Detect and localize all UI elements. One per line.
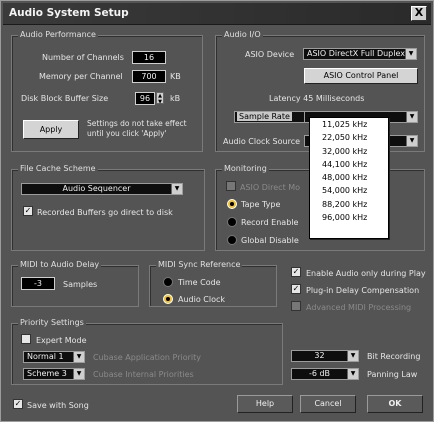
- panning-law-label: Panning Law: [367, 370, 418, 379]
- disk-buffer-unit: kB: [170, 94, 181, 103]
- audio-clock-label: Audio Clock: [178, 295, 226, 304]
- record-enable-label: Record Enable: [241, 218, 299, 227]
- internal-priority-label: Cubase Internal Priorities: [93, 370, 194, 379]
- chevron-down-icon[interactable]: ▼: [347, 369, 358, 379]
- midi-delay-field[interactable]: -3: [21, 277, 55, 290]
- app-priority-select[interactable]: Normal 1 ▼: [23, 351, 85, 363]
- group-label: File Cache Scheme: [18, 164, 98, 173]
- channels-label: Number of Channels: [42, 53, 124, 62]
- sample-rate-option[interactable]: 44,100 kHz: [310, 158, 388, 171]
- disk-buffer-field[interactable]: 96: [135, 92, 155, 105]
- memory-unit: KB: [170, 72, 181, 81]
- ok-button[interactable]: OK: [367, 395, 423, 413]
- group-label: Monitoring: [222, 164, 269, 173]
- app-priority-label: Cubase Application Priority: [93, 353, 201, 362]
- save-with-song-checkbox[interactable]: ✓: [13, 399, 23, 409]
- chevron-down-icon[interactable]: ▼: [73, 352, 84, 362]
- expert-mode-checkbox[interactable]: [21, 334, 31, 344]
- help-button[interactable]: Help: [237, 395, 293, 413]
- record-enable-radio[interactable]: [227, 217, 237, 227]
- audio-clock-radio[interactable]: [163, 294, 173, 304]
- global-disable-radio[interactable]: [227, 235, 237, 245]
- sample-rate-dropdown-list: 11,025 kHz 22,050 kHz 32,000 kHz 44,100 …: [309, 117, 389, 239]
- sample-rate-label: Sample Rate: [237, 112, 292, 121]
- recorded-buffers-checkbox[interactable]: ✓: [23, 206, 33, 216]
- panning-law-value: -6 dB: [308, 369, 331, 378]
- chevron-down-icon[interactable]: ▼: [406, 136, 417, 146]
- advanced-midi-checkbox[interactable]: [291, 301, 301, 311]
- chevron-down-icon[interactable]: ▼: [171, 184, 182, 194]
- group-label: Priority Settings: [18, 318, 86, 327]
- chevron-down-icon[interactable]: ▼: [406, 112, 417, 122]
- sample-rate-option[interactable]: 32,000 kHz: [310, 145, 388, 158]
- apply-note-2: until you click 'Apply': [87, 129, 167, 138]
- time-code-radio[interactable]: [163, 277, 173, 287]
- asio-device-value: ASIO DirectX Full Duplex: [307, 49, 405, 58]
- chevron-down-icon[interactable]: ▼: [347, 351, 358, 361]
- save-with-song-label: Save with Song: [27, 401, 89, 410]
- audio-system-setup-dialog: Audio System Setup X Audio Performance N…: [0, 0, 434, 422]
- asio-direct-monitoring-checkbox[interactable]: [226, 181, 236, 191]
- memory-label: Memory per Channel: [39, 72, 123, 81]
- internal-priority-value: Scheme 3: [27, 369, 67, 378]
- asio-control-panel-button[interactable]: ASIO Control Panel: [304, 68, 418, 84]
- channels-field[interactable]: 16: [132, 51, 166, 64]
- cancel-button[interactable]: Cancel: [300, 395, 356, 413]
- sample-rate-option[interactable]: 54,000 kHz: [310, 184, 388, 197]
- disk-buffer-spinner-icon[interactable]: ▲ ▼: [156, 92, 164, 105]
- enable-audio-play-label: Enable Audio only during Play: [306, 269, 426, 278]
- asio-device-select[interactable]: ASIO DirectX Full Duplex ▼: [303, 48, 417, 60]
- disk-buffer-label: Disk Block Buffer Size: [21, 94, 109, 103]
- group-label: Audio Performance: [18, 30, 98, 39]
- sample-rate-option[interactable]: 48,000 kHz: [310, 171, 388, 184]
- file-cache-select[interactable]: Audio Sequencer ▼: [21, 183, 183, 195]
- asio-direct-label: ASIO Direct Mo: [240, 183, 301, 192]
- asio-device-label: ASIO Device: [245, 50, 295, 59]
- group-label: MIDI Sync Reference: [156, 260, 243, 269]
- sample-rate-option[interactable]: 22,050 kHz: [310, 131, 388, 144]
- close-button[interactable]: X: [411, 6, 427, 21]
- sample-rate-option[interactable]: 11,025 kHz: [310, 118, 388, 131]
- plugin-delay-checkbox[interactable]: ✓: [291, 284, 301, 294]
- group-label: Audio I/O: [222, 30, 263, 39]
- latency-text: Latency 45 Milliseconds: [269, 94, 365, 103]
- expert-mode-label: Expert Mode: [36, 336, 87, 345]
- apply-button[interactable]: Apply: [23, 120, 79, 139]
- tape-type-radio[interactable]: [227, 199, 237, 209]
- bit-recording-label: Bit Recording: [367, 352, 421, 361]
- enable-audio-play-checkbox[interactable]: ✓: [291, 267, 301, 277]
- advanced-midi-label: Advanced MIDI Processing: [306, 303, 412, 312]
- apply-note-1: Settings do not take effect: [87, 119, 187, 128]
- group-label: MIDI to Audio Delay: [18, 260, 102, 269]
- time-code-label: Time Code: [178, 278, 221, 287]
- file-cache-value: Audio Sequencer: [62, 184, 131, 193]
- title-bar[interactable]: Audio System Setup X: [3, 3, 431, 25]
- bit-recording-value: 32: [314, 351, 325, 360]
- sample-rate-option[interactable]: 88,200 kHz: [310, 198, 388, 211]
- plugin-delay-label: Plug-in Delay Compensation: [306, 286, 420, 295]
- global-disable-label: Global Disable: [241, 236, 299, 245]
- bit-recording-select[interactable]: 32 ▼: [291, 350, 359, 362]
- sample-rate-option[interactable]: 96,000 kHz: [310, 211, 388, 224]
- chevron-down-icon[interactable]: ▼: [73, 369, 84, 379]
- memory-field[interactable]: 700: [132, 70, 166, 83]
- tape-type-label: Tape Type: [241, 200, 281, 209]
- window-title: Audio System Setup: [9, 7, 129, 19]
- app-priority-value: Normal 1: [27, 352, 64, 361]
- audio-clock-source-label: Audio Clock Source: [223, 137, 301, 146]
- panning-law-select[interactable]: -6 dB ▼: [291, 368, 359, 380]
- internal-priority-select[interactable]: Scheme 3 ▼: [23, 368, 85, 380]
- chevron-down-icon[interactable]: ▼: [405, 49, 416, 59]
- midi-delay-unit: Samples: [63, 280, 98, 289]
- recorded-buffers-label: Recorded Buffers go direct to disk: [37, 208, 173, 217]
